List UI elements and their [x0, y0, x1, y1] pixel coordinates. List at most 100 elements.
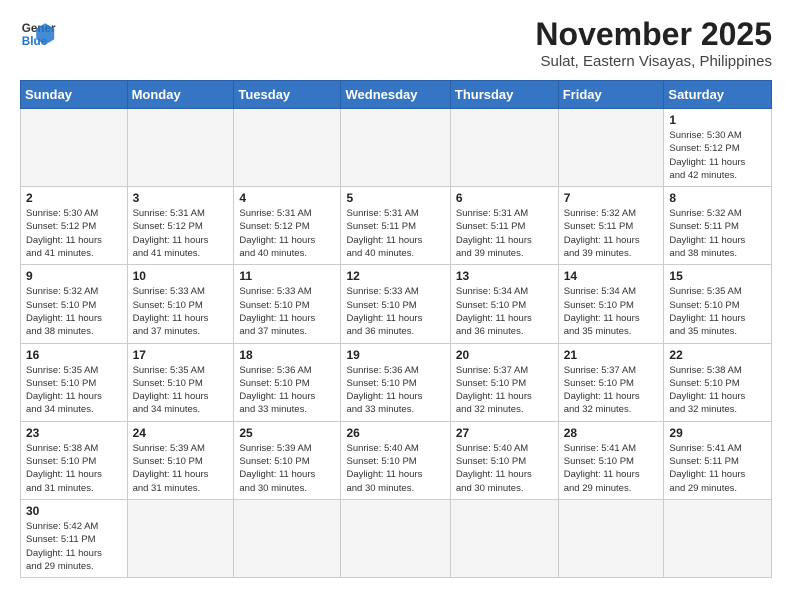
day-info: Sunrise: 5:37 AM Sunset: 5:10 PM Dayligh… [564, 364, 659, 417]
day-info: Sunrise: 5:32 AM Sunset: 5:11 PM Dayligh… [564, 207, 659, 260]
calendar-cell: 21 Sunrise: 5:37 AM Sunset: 5:10 PM Dayli… [558, 343, 664, 421]
calendar-cell: 9Sunrise: 5:32 AM Sunset: 5:10 PM Daylig… [21, 265, 128, 343]
calendar-cell [21, 109, 128, 187]
weekday-header-wednesday: Wednesday [341, 81, 450, 109]
calendar-week-row: 30Sunrise: 5:42 AM Sunset: 5:11 PM Dayli… [21, 499, 772, 577]
day-info: Sunrise: 5:42 AM Sunset: 5:11 PM Dayligh… [26, 520, 122, 573]
day-number: 9 [26, 269, 122, 283]
calendar-week-row: 23 Sunrise: 5:38 AM Sunset: 5:10 PM Dayli… [21, 421, 772, 499]
day-number: 23 [26, 426, 122, 440]
day-info: Sunrise: 5:30 AM Sunset: 5:12 PM Dayligh… [26, 207, 122, 260]
calendar-week-row: 9Sunrise: 5:32 AM Sunset: 5:10 PM Daylig… [21, 265, 772, 343]
day-number: 12 [346, 269, 444, 283]
day-info: Sunrise: 5:31 AM Sunset: 5:12 PM Dayligh… [239, 207, 335, 260]
day-info: Sunrise: 5:41 AM Sunset: 5:10 PM Dayligh… [564, 442, 659, 495]
weekday-header-thursday: Thursday [450, 81, 558, 109]
calendar-cell: 29 Sunrise: 5:41 AM Sunset: 5:11 PM Dayli… [664, 421, 772, 499]
calendar-cell: 11 Sunrise: 5:33 AM Sunset: 5:10 PM Dayli… [234, 265, 341, 343]
day-number: 1 [669, 113, 766, 127]
day-number: 2 [26, 191, 122, 205]
calendar-week-row: 1 Sunrise: 5:30 AM Sunset: 5:12 PM Daylig… [21, 109, 772, 187]
day-number: 6 [456, 191, 553, 205]
calendar-cell: 16 Sunrise: 5:35 AM Sunset: 5:10 PM Dayli… [21, 343, 128, 421]
calendar-cell [127, 109, 234, 187]
day-number: 8 [669, 191, 766, 205]
calendar-cell: 25 Sunrise: 5:39 AM Sunset: 5:10 PM Dayli… [234, 421, 341, 499]
calendar-cell [234, 109, 341, 187]
day-info: Sunrise: 5:39 AM Sunset: 5:10 PM Dayligh… [239, 442, 335, 495]
calendar-cell: 2 Sunrise: 5:30 AM Sunset: 5:12 PM Daylig… [21, 187, 128, 265]
day-info: Sunrise: 5:30 AM Sunset: 5:12 PM Dayligh… [669, 129, 766, 182]
calendar-cell [127, 499, 234, 577]
day-number: 24 [133, 426, 229, 440]
day-info: Sunrise: 5:38 AM Sunset: 5:10 PM Dayligh… [26, 442, 122, 495]
calendar-cell: 13 Sunrise: 5:34 AM Sunset: 5:10 PM Dayli… [450, 265, 558, 343]
weekday-header-row: SundayMondayTuesdayWednesdayThursdayFrid… [21, 81, 772, 109]
day-number: 20 [456, 348, 553, 362]
calendar-cell: 19 Sunrise: 5:36 AM Sunset: 5:10 PM Dayli… [341, 343, 450, 421]
calendar-cell: 22Sunrise: 5:38 AM Sunset: 5:10 PM Dayli… [664, 343, 772, 421]
calendar-cell [450, 109, 558, 187]
generalblue-logo-icon: General Blue [20, 16, 56, 52]
calendar-cell: 5Sunrise: 5:31 AM Sunset: 5:11 PM Daylig… [341, 187, 450, 265]
day-number: 11 [239, 269, 335, 283]
weekday-header-monday: Monday [127, 81, 234, 109]
calendar-cell: 6Sunrise: 5:31 AM Sunset: 5:11 PM Daylig… [450, 187, 558, 265]
day-info: Sunrise: 5:35 AM Sunset: 5:10 PM Dayligh… [26, 364, 122, 417]
day-number: 13 [456, 269, 553, 283]
day-number: 18 [239, 348, 335, 362]
weekday-header-tuesday: Tuesday [234, 81, 341, 109]
day-info: Sunrise: 5:36 AM Sunset: 5:10 PM Dayligh… [346, 364, 444, 417]
day-info: Sunrise: 5:33 AM Sunset: 5:10 PM Dayligh… [346, 285, 444, 338]
calendar-cell: 8Sunrise: 5:32 AM Sunset: 5:11 PM Daylig… [664, 187, 772, 265]
calendar-cell: 15 Sunrise: 5:35 AM Sunset: 5:10 PM Dayli… [664, 265, 772, 343]
header: General Blue November 2025 Sulat, Easter… [20, 16, 772, 70]
calendar-cell: 28Sunrise: 5:41 AM Sunset: 5:10 PM Dayli… [558, 421, 664, 499]
day-info: Sunrise: 5:34 AM Sunset: 5:10 PM Dayligh… [456, 285, 553, 338]
calendar-cell: 26 Sunrise: 5:40 AM Sunset: 5:10 PM Dayli… [341, 421, 450, 499]
calendar-week-row: 2 Sunrise: 5:30 AM Sunset: 5:12 PM Daylig… [21, 187, 772, 265]
calendar-cell [341, 109, 450, 187]
calendar-cell [450, 499, 558, 577]
logo: General Blue [20, 16, 56, 52]
location-title: Sulat, Eastern Visayas, Philippines [535, 53, 772, 70]
day-number: 7 [564, 191, 659, 205]
day-number: 27 [456, 426, 553, 440]
calendar-cell: 4 Sunrise: 5:31 AM Sunset: 5:12 PM Daylig… [234, 187, 341, 265]
calendar-cell: 24 Sunrise: 5:39 AM Sunset: 5:10 PM Dayli… [127, 421, 234, 499]
weekday-header-sunday: Sunday [21, 81, 128, 109]
day-number: 14 [564, 269, 659, 283]
day-info: Sunrise: 5:35 AM Sunset: 5:10 PM Dayligh… [669, 285, 766, 338]
calendar-cell: 1 Sunrise: 5:30 AM Sunset: 5:12 PM Daylig… [664, 109, 772, 187]
month-title: November 2025 [535, 16, 772, 53]
calendar-week-row: 16 Sunrise: 5:35 AM Sunset: 5:10 PM Dayli… [21, 343, 772, 421]
calendar-cell: 20 Sunrise: 5:37 AM Sunset: 5:10 PM Dayli… [450, 343, 558, 421]
title-area: November 2025 Sulat, Eastern Visayas, Ph… [535, 16, 772, 70]
day-number: 29 [669, 426, 766, 440]
day-number: 5 [346, 191, 444, 205]
calendar-cell: 18 Sunrise: 5:36 AM Sunset: 5:10 PM Dayli… [234, 343, 341, 421]
calendar-cell: 27 Sunrise: 5:40 AM Sunset: 5:10 PM Dayli… [450, 421, 558, 499]
calendar-cell: 3Sunrise: 5:31 AM Sunset: 5:12 PM Daylig… [127, 187, 234, 265]
calendar-cell [558, 109, 664, 187]
day-number: 21 [564, 348, 659, 362]
day-number: 19 [346, 348, 444, 362]
day-info: Sunrise: 5:36 AM Sunset: 5:10 PM Dayligh… [239, 364, 335, 417]
day-info: Sunrise: 5:40 AM Sunset: 5:10 PM Dayligh… [456, 442, 553, 495]
day-number: 16 [26, 348, 122, 362]
calendar-table: SundayMondayTuesdayWednesdayThursdayFrid… [20, 80, 772, 578]
day-info: Sunrise: 5:34 AM Sunset: 5:10 PM Dayligh… [564, 285, 659, 338]
weekday-header-saturday: Saturday [664, 81, 772, 109]
day-number: 4 [239, 191, 335, 205]
day-info: Sunrise: 5:40 AM Sunset: 5:10 PM Dayligh… [346, 442, 444, 495]
day-info: Sunrise: 5:41 AM Sunset: 5:11 PM Dayligh… [669, 442, 766, 495]
day-number: 25 [239, 426, 335, 440]
day-number: 26 [346, 426, 444, 440]
day-info: Sunrise: 5:33 AM Sunset: 5:10 PM Dayligh… [239, 285, 335, 338]
day-number: 15 [669, 269, 766, 283]
calendar-cell: 23 Sunrise: 5:38 AM Sunset: 5:10 PM Dayli… [21, 421, 128, 499]
day-info: Sunrise: 5:37 AM Sunset: 5:10 PM Dayligh… [456, 364, 553, 417]
day-info: Sunrise: 5:39 AM Sunset: 5:10 PM Dayligh… [133, 442, 229, 495]
calendar-cell: 17Sunrise: 5:35 AM Sunset: 5:10 PM Dayli… [127, 343, 234, 421]
day-number: 10 [133, 269, 229, 283]
